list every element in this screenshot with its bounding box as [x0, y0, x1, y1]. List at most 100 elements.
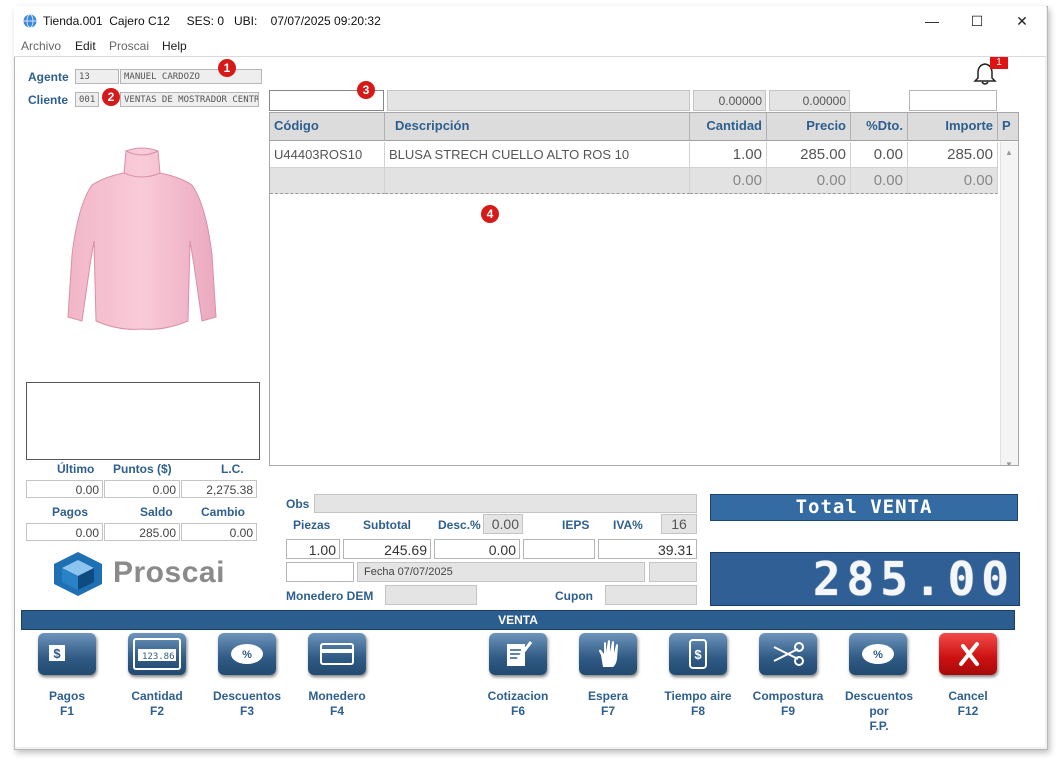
cell-codigo	[270, 168, 385, 194]
menu-archivo[interactable]: Archivo	[21, 39, 61, 53]
col-header-precio[interactable]: Precio	[767, 113, 851, 141]
obs-label: Obs	[286, 497, 310, 511]
pagos-label: Pagos	[52, 505, 89, 519]
svg-text:%: %	[873, 649, 883, 661]
piezas-value: 1.00	[286, 539, 340, 559]
close-button[interactable]: ✕	[1002, 10, 1042, 32]
espera-key: F7	[600, 704, 615, 718]
cancel-x-icon	[959, 642, 979, 666]
agent-name-field: MANUEL CARDOZO	[120, 69, 262, 84]
window-title: Tienda.001 Cajero C12 SES: 0 UBI: 07/07/…	[43, 14, 381, 28]
fecha-field: Fecha 07/07/2025	[357, 562, 645, 582]
callout-badge-4: 4	[481, 205, 499, 223]
cotizacion-label-text: Cotizacion	[487, 689, 549, 703]
hand-icon	[599, 640, 618, 667]
minimize-button[interactable]: —	[912, 10, 952, 32]
phone-dollar-icon: $	[689, 639, 707, 669]
entry-extra-input[interactable]	[909, 90, 997, 111]
globe-icon	[23, 14, 37, 28]
cell-cantidad: 0.00	[690, 168, 767, 194]
cantidad-key: F2	[149, 704, 164, 718]
descuentos-label-text: Descuentos	[212, 689, 282, 703]
cell-precio: 0.00	[767, 168, 851, 194]
compostura-key: F9	[780, 704, 795, 718]
cancel-label-text: Cancel	[948, 689, 988, 703]
scroll-up-icon[interactable]: ▲	[1005, 148, 1013, 157]
subtotal-value: 245.69	[343, 539, 431, 559]
iva-pct-field[interactable]: 16	[661, 514, 697, 534]
piezas-label: Piezas	[293, 518, 331, 532]
client-label: Cliente	[28, 93, 69, 107]
tiempo-aire-label-text: Tiempo aire	[664, 689, 732, 703]
cell-importe: 285.00	[908, 142, 998, 168]
col-header-importe[interactable]: Importe	[908, 113, 998, 141]
monedero-field[interactable]	[385, 585, 477, 605]
maximize-button[interactable]: ☐	[957, 10, 997, 32]
puntos-value: 0.00	[104, 480, 180, 498]
card-icon	[320, 643, 354, 665]
saldo-label: Saldo	[140, 505, 173, 519]
ieps-value	[523, 539, 595, 559]
espera-label-text: Espera	[587, 689, 629, 703]
tiempo-aire-key: F8	[690, 704, 705, 718]
calculator-display: 123.86	[142, 652, 175, 662]
cupon-label: Cupon	[555, 589, 593, 603]
cell-precio: 285.00	[767, 142, 851, 168]
ultimo-value: 0.00	[26, 480, 103, 498]
client-code-field[interactable]: 001	[75, 92, 99, 107]
compostura-label-text: Compostura	[752, 689, 824, 703]
descuento-value: 0.00	[434, 539, 520, 559]
cambio-label: Cambio	[201, 505, 246, 519]
col-header-p[interactable]: P	[998, 113, 1018, 141]
cotizacion-key: F6	[510, 704, 525, 718]
monedero-label-text: Monedero	[308, 689, 366, 703]
cell-cantidad: 1.00	[690, 142, 767, 168]
vertical-scrollbar[interactable]: ▲ ▼	[1000, 142, 1018, 465]
agent-label: Agente	[28, 70, 69, 84]
desc-pct-field[interactable]: 0.00	[483, 514, 523, 534]
cell-dto: 0.00	[851, 168, 908, 194]
callout-badge-3: 3	[357, 81, 375, 99]
col-header-dto[interactable]: %Dto.	[851, 113, 908, 141]
cell-descripcion	[385, 168, 690, 194]
menu-edit[interactable]: Edit	[75, 39, 96, 53]
total-amount: 285.00	[812, 552, 1015, 606]
proscai-logo-icon	[54, 552, 102, 596]
total-display: 285.00	[710, 552, 1020, 606]
puntos-label: Puntos ($)	[113, 462, 172, 476]
calculator-icon: 123.86	[133, 638, 181, 670]
col-header-codigo[interactable]: Código	[270, 113, 385, 141]
entry-value-1: 0.00000	[693, 90, 766, 111]
descuentos-fp-label-text: Descuentos por	[844, 689, 914, 718]
menu-bar: Archivo Edit Proscai Help	[14, 36, 1046, 57]
proscai-logo-text: Proscai	[113, 556, 225, 589]
callout-badge-1: 1	[218, 59, 236, 77]
description-entry-field	[387, 90, 690, 111]
agent-code-field[interactable]: 13	[75, 69, 119, 84]
cell-importe: 0.00	[908, 168, 998, 194]
percent-icon: %	[862, 644, 894, 664]
col-header-cantidad[interactable]: Cantidad	[690, 113, 767, 141]
scroll-down-icon[interactable]: ▼	[1005, 460, 1013, 465]
lc-label: L.C.	[221, 462, 244, 476]
callout-badge-2: 2	[102, 88, 120, 106]
col-header-descripcion[interactable]: Descripción	[385, 113, 690, 141]
aux-gray-field	[649, 562, 697, 582]
cambio-value: 0.00	[181, 523, 257, 541]
descuentos-key: F3	[239, 704, 254, 718]
menu-help[interactable]: Help	[162, 39, 187, 53]
iva-label: IVA%	[613, 518, 643, 532]
ultimo-label: Último	[57, 462, 95, 476]
client-name-field: VENTAS DE MOSTRADOR CENTRO	[120, 92, 259, 107]
monedero-key: F4	[329, 704, 344, 718]
monedero-label: Monedero DEM	[286, 589, 374, 603]
descuentos-fp-key: F.P.	[869, 719, 889, 733]
pagos-label-text: Pagos	[48, 689, 85, 703]
aux-input[interactable]	[286, 562, 354, 582]
cell-descripcion: BLUSA STRECH CUELLO ALTO ROS 10	[385, 142, 690, 168]
cell-dto: 0.00	[851, 142, 908, 168]
svg-text:$: $	[694, 647, 702, 662]
cupon-field[interactable]	[605, 585, 697, 605]
menu-proscai[interactable]: Proscai	[109, 39, 149, 53]
obs-field[interactable]	[314, 494, 697, 513]
